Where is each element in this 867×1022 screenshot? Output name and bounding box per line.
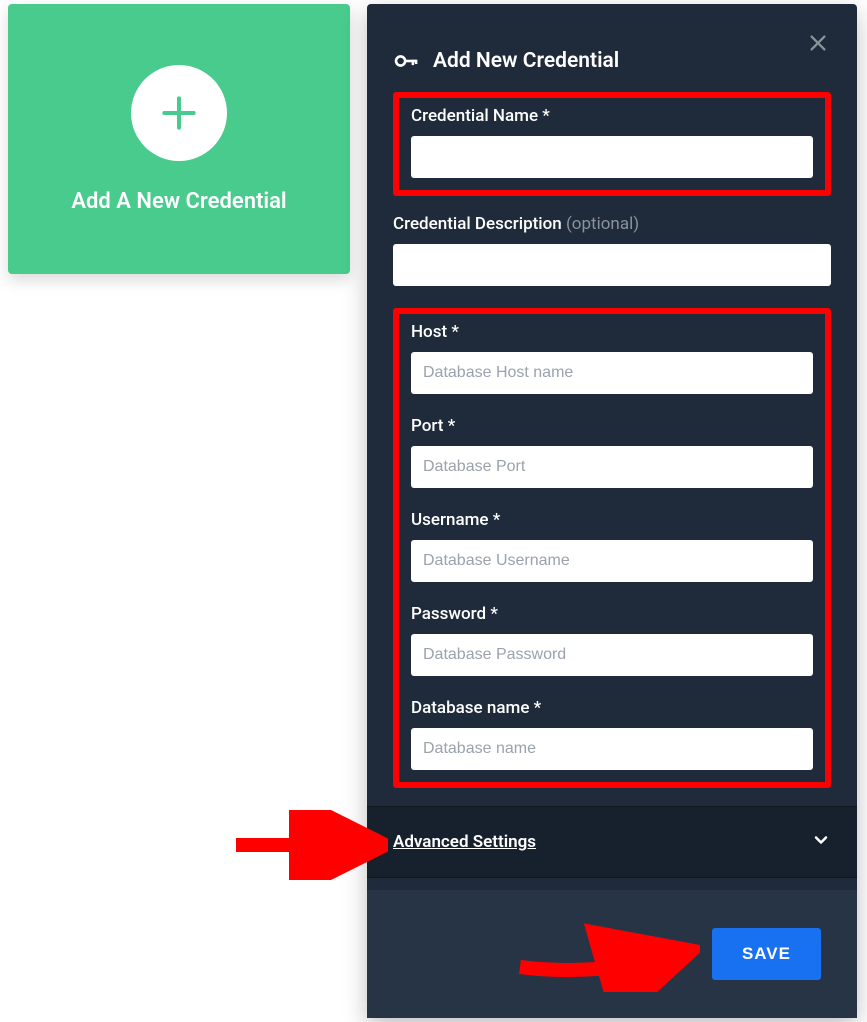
password-group: Password * [411,604,813,676]
advanced-settings-toggle[interactable]: Advanced Settings [367,806,857,878]
credential-description-group: Credential Description (optional) [393,214,831,286]
panel-footer: SAVE [367,890,857,1018]
close-button[interactable] [807,32,829,54]
host-group: Host * [411,322,813,394]
port-input[interactable] [411,446,813,488]
key-icon [393,48,419,74]
credential-description-input[interactable] [393,244,831,286]
advanced-settings-label: Advanced Settings [393,832,536,852]
host-input[interactable] [411,352,813,394]
host-label: Host * [411,322,813,342]
credential-description-label: Credential Description (optional) [393,214,831,234]
annotation-box-credential-name: Credential Name * [393,92,831,196]
database-label: Database name * [411,698,813,718]
credential-name-input[interactable] [411,136,813,178]
plus-icon [131,65,227,161]
panel-header: Add New Credential [393,48,831,74]
add-credential-panel: Add New Credential Credential Name * Cre… [367,4,857,1018]
port-group: Port * [411,416,813,488]
add-credential-card-label: Add A New Credential [71,189,286,214]
database-group: Database name * [411,698,813,770]
password-label: Password * [411,604,813,624]
credential-name-label: Credential Name * [411,106,813,126]
password-input[interactable] [411,634,813,676]
annotation-arrow-icon [228,810,388,880]
username-input[interactable] [411,540,813,582]
port-label: Port * [411,416,813,436]
chevron-down-icon [811,830,831,854]
username-group: Username * [411,510,813,582]
save-button[interactable]: SAVE [712,928,821,980]
database-input[interactable] [411,728,813,770]
username-label: Username * [411,510,813,530]
credential-name-group: Credential Name * [411,106,813,178]
add-credential-card[interactable]: Add A New Credential [8,4,350,274]
panel-title: Add New Credential [433,49,619,73]
annotation-box-connection-fields: Host * Port * Username * Password * Data… [393,308,831,788]
